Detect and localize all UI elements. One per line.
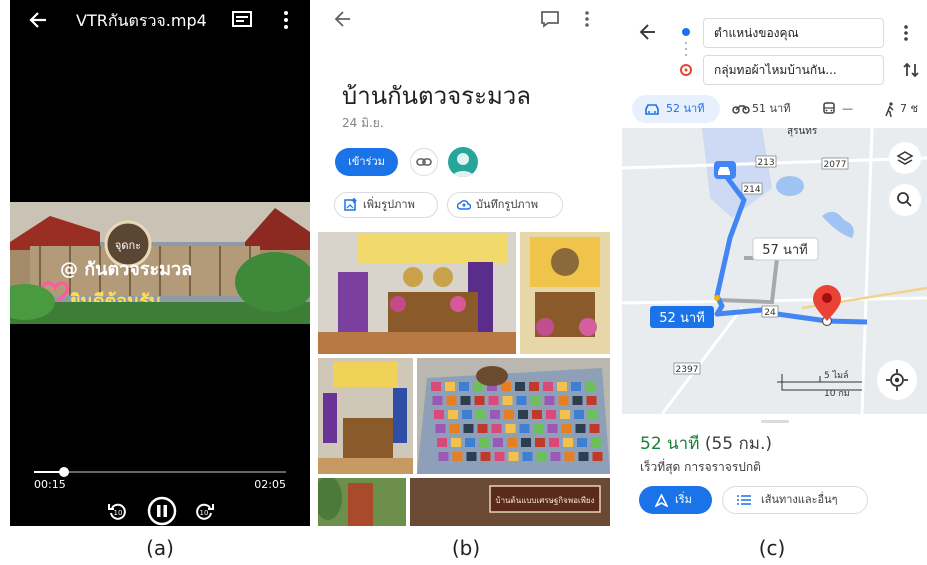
caption-b: (b): [451, 536, 481, 560]
add-photos-button[interactable]: เพิ่มรูปภาพ: [334, 192, 438, 218]
route-label: 52 นาที: [659, 310, 704, 326]
start-navigation-button[interactable]: เริ่ม: [639, 486, 712, 514]
road-number-213: 213: [757, 158, 774, 168]
road-number-2077: 2077: [824, 160, 847, 170]
mode-walk-time: 7 ช: [900, 102, 918, 115]
alt-route-label: 57 นาที: [762, 242, 807, 258]
road-number-214: 214: [743, 185, 760, 195]
video-frame[interactable]: จุดกะ @ กันตวจระมวล ยินดีต้อนรับ: [10, 202, 310, 324]
gallery-photo[interactable]: บ้านต้นแบบเศรษฐกิจพอเพียง: [410, 478, 610, 526]
cloud-upload-icon: [457, 200, 471, 210]
video-title: VTRกันตรวจ.mp4: [76, 11, 207, 30]
road-number-24: 24: [764, 308, 776, 318]
gallery-photo[interactable]: [318, 478, 406, 526]
swap-icon[interactable]: [902, 61, 920, 83]
navigation-icon: [655, 494, 668, 507]
save-photos-label: บันทึกรูปภาพ: [476, 198, 538, 211]
link-icon: [416, 158, 432, 166]
album-title: บ้านกันตวจระมวล: [342, 82, 531, 110]
mode-bike-tab[interactable]: 51 นาที: [730, 95, 804, 123]
route-duration: 52 นาที (55 กม.): [640, 430, 772, 457]
destination-pin-icon: [679, 62, 693, 81]
gallery-photo[interactable]: [318, 232, 516, 354]
forward-10-icon[interactable]: 10: [193, 500, 215, 526]
share-link-button[interactable]: [410, 148, 438, 176]
steps-button[interactable]: เส้นทางและอื่นๆ: [722, 486, 868, 514]
sheet-handle[interactable]: [761, 420, 789, 423]
search-map-button[interactable]: [888, 188, 922, 222]
gallery-photo[interactable]: [520, 232, 610, 354]
mode-transit-tab[interactable]: —: [822, 95, 862, 123]
mode-car-tab[interactable]: 52 นาที: [632, 95, 720, 123]
gallery-photo[interactable]: [417, 358, 610, 474]
mode-transit-time: —: [842, 102, 853, 115]
album-date: 24 มิ.ย.: [342, 116, 384, 130]
svg-text:จุดกะ: จุดกะ: [115, 239, 141, 252]
my-location-button[interactable]: [876, 358, 918, 400]
route-traffic-note: เร็วที่สุด การจราจรปกติ: [640, 460, 761, 474]
route-summary-sheet[interactable]: 52 นาที (55 กม.) เร็วที่สุด การจราจรปกติ…: [622, 414, 927, 526]
more-vert-icon[interactable]: [903, 24, 909, 46]
mode-car-time: 52 นาที: [666, 102, 705, 115]
back-arrow-icon[interactable]: [639, 23, 657, 45]
more-vert-icon[interactable]: [283, 10, 289, 34]
photo-sign-text: บ้านต้นแบบเศรษฐกิจพอเพียง: [495, 496, 594, 505]
caption-a: (a): [146, 536, 174, 560]
destination-input[interactable]: กลุ่มทอผ้าไหมบ้านกัน...: [703, 55, 884, 85]
town-label: สุรินทร์: [787, 128, 818, 137]
seek-handle[interactable]: [59, 467, 70, 477]
comment-icon[interactable]: [540, 10, 560, 32]
route-duration-time: 52 นาที: [640, 434, 700, 454]
mode-walk-tab[interactable]: 7 ช: [884, 95, 927, 123]
seek-bar[interactable]: [34, 467, 286, 477]
list-icon: [737, 495, 751, 505]
scale-miles: 5 ไมล์: [824, 369, 849, 381]
road-number-2397: 2397: [676, 365, 699, 375]
transit-icon: [823, 102, 835, 114]
caption-c: (c): [758, 536, 786, 560]
maps-panel: ตำแหน่งของคุณ กลุ่มทอผ้าไหมบ้านกัน... 52…: [622, 0, 927, 526]
join-button[interactable]: เข้าร่วม: [335, 148, 398, 176]
replay-10-icon[interactable]: 10: [107, 500, 129, 526]
gallery-photo[interactable]: [318, 358, 413, 474]
steps-label: เส้นทางและอื่นๆ: [761, 493, 838, 506]
walk-icon: [885, 102, 894, 117]
avatar[interactable]: [448, 147, 478, 177]
subtitles-icon[interactable]: [232, 11, 252, 33]
scale-km: 10 กม: [824, 389, 850, 399]
layers-button[interactable]: [888, 146, 922, 180]
pause-icon[interactable]: [147, 496, 177, 526]
current-time: 00:15: [34, 478, 66, 491]
car-icon: [645, 104, 659, 115]
gallery-panel: บ้านกันตวจระมวล 24 มิ.ย. เข้าร่วม เพิ่มร…: [318, 0, 610, 526]
svg-text:@ กันตวจระมวล: @ กันตวจระมวล: [60, 259, 192, 280]
mode-bike-time: 51 นาที: [752, 102, 791, 115]
add-photo-icon: [344, 198, 357, 211]
origin-input[interactable]: ตำแหน่งของคุณ: [703, 18, 884, 48]
svg-text:10: 10: [200, 509, 209, 517]
start-label: เริ่ม: [675, 493, 692, 506]
video-player-panel: VTRกันตรวจ.mp4 จุดกะ @ กันตวจระมวล ยินดี…: [10, 0, 310, 526]
back-arrow-icon[interactable]: [28, 10, 48, 34]
save-photos-button[interactable]: บันทึกรูปภาพ: [447, 192, 563, 218]
route-distance: (55 กม.): [704, 434, 773, 454]
motorbike-icon: [732, 105, 750, 114]
back-arrow-icon[interactable]: [334, 10, 352, 32]
add-photos-label: เพิ่มรูปภาพ: [363, 198, 415, 211]
svg-text:10: 10: [114, 509, 123, 517]
more-vert-icon[interactable]: [584, 10, 590, 32]
duration: 02:05: [254, 478, 286, 491]
